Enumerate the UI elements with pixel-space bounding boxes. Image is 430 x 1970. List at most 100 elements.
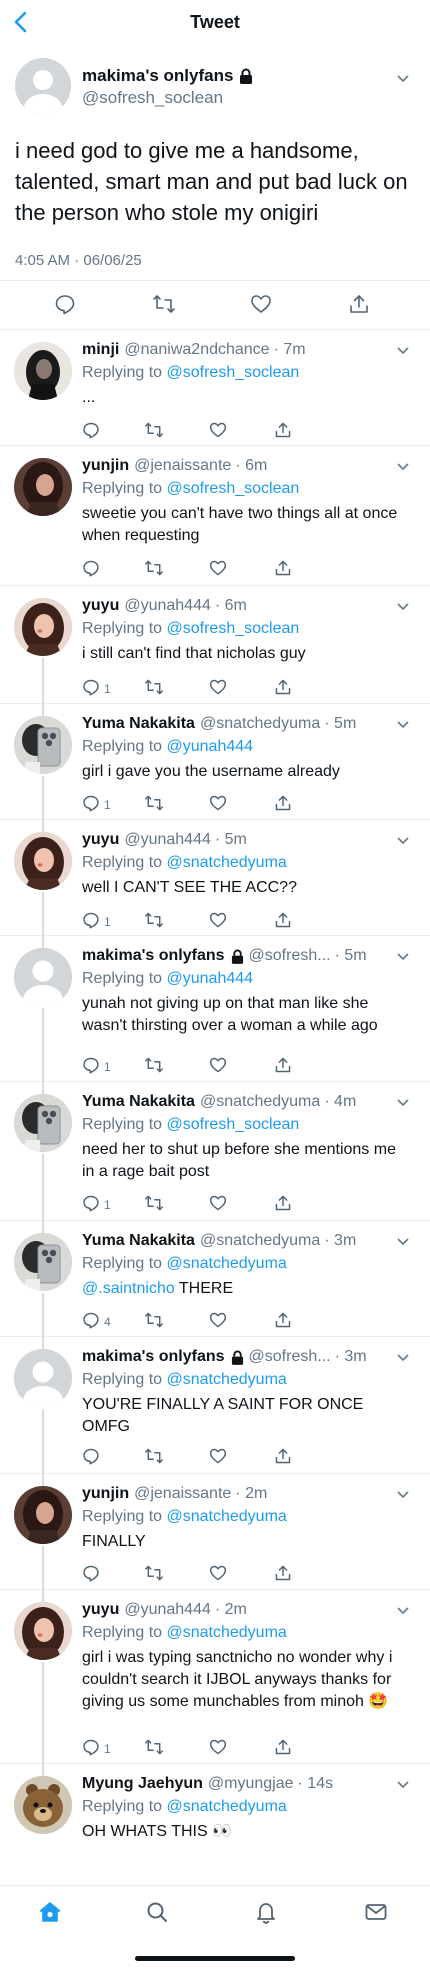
avatar[interactable] — [14, 1094, 72, 1152]
mention-link[interactable]: @.saintnicho — [82, 1280, 175, 1297]
replying-to-mention[interactable]: @sofresh_soclean — [167, 1116, 300, 1133]
avatar[interactable] — [14, 1349, 72, 1407]
share-button[interactable] — [274, 421, 292, 442]
avatar[interactable] — [15, 58, 71, 114]
retweet-button[interactable] — [144, 1447, 164, 1468]
retweet-icon[interactable] — [152, 293, 176, 315]
share-button[interactable] — [274, 1738, 292, 1759]
retweet-button[interactable] — [144, 1056, 164, 1077]
display-name[interactable]: Myung Jaehyun — [82, 1775, 203, 1793]
chevron-down-icon[interactable] — [396, 346, 410, 356]
like-button[interactable] — [209, 1311, 227, 1332]
replying-to-mention[interactable]: @snatchedyuma — [167, 1371, 287, 1388]
chevron-down-icon[interactable] — [396, 1780, 410, 1790]
like-button[interactable] — [209, 421, 227, 442]
share-button[interactable] — [274, 1564, 292, 1585]
reply-tweet[interactable]: minji @naniwa2ndchance · 7m Replying to … — [0, 330, 430, 446]
reply-button[interactable] — [82, 1564, 104, 1585]
like-button[interactable] — [209, 1447, 227, 1468]
avatar[interactable] — [14, 832, 72, 890]
chevron-down-icon[interactable] — [396, 462, 410, 472]
like-button[interactable] — [209, 559, 227, 580]
share-button[interactable] — [274, 559, 292, 580]
replying-to-mention[interactable]: @snatchedyuma — [167, 1508, 287, 1525]
author-name[interactable]: makima's onlyfans — [82, 66, 253, 86]
display-name[interactable]: minji — [82, 341, 119, 359]
notifications-icon[interactable] — [254, 1900, 278, 1924]
avatar[interactable] — [14, 716, 72, 774]
replying-to-mention[interactable]: @snatchedyuma — [167, 854, 287, 871]
replying-to-mention[interactable]: @sofresh_soclean — [167, 364, 300, 381]
reply-button[interactable]: 1 — [82, 794, 111, 815]
display-name[interactable]: Yuma Nakakita — [82, 1232, 195, 1250]
display-name[interactable]: yunjin — [82, 1485, 129, 1503]
avatar[interactable] — [14, 1233, 72, 1291]
reply-button[interactable] — [82, 1447, 104, 1468]
retweet-button[interactable] — [144, 559, 164, 580]
reply-icon[interactable] — [54, 293, 76, 315]
handle[interactable]: @yunah444 — [124, 831, 211, 849]
display-name[interactable]: Yuma Nakakita — [82, 715, 195, 733]
retweet-button[interactable] — [144, 1194, 164, 1215]
avatar[interactable] — [14, 1602, 72, 1660]
chevron-down-icon[interactable] — [396, 602, 410, 612]
share-button[interactable] — [274, 678, 292, 699]
like-button[interactable] — [209, 911, 227, 932]
display-name[interactable]: makima's onlyfans — [82, 947, 225, 965]
chevron-down-icon[interactable] — [396, 1098, 410, 1108]
replying-to-mention[interactable]: @sofresh_soclean — [167, 480, 300, 497]
avatar[interactable] — [14, 948, 72, 1006]
reply-tweet[interactable]: yuyu @yunah444 · 5m Replying to @snatche… — [0, 820, 430, 948]
retweet-button[interactable] — [144, 421, 164, 442]
handle[interactable]: @snatchedyuma — [200, 715, 320, 733]
chevron-down-icon[interactable] — [396, 836, 410, 846]
search-icon[interactable] — [145, 1900, 169, 1924]
display-name[interactable]: Yuma Nakakita — [82, 1093, 195, 1111]
display-name[interactable]: yuyu — [82, 1601, 119, 1619]
share-button[interactable] — [274, 1311, 292, 1332]
handle[interactable]: @jenaissante — [134, 1485, 231, 1503]
reply-tweet[interactable]: yuyu @yunah444 · 6m Replying to @sofresh… — [0, 586, 430, 716]
author-handle[interactable]: @sofresh_soclean — [82, 88, 223, 108]
reply-button[interactable]: 1 — [82, 1056, 111, 1077]
reply-tweet[interactable]: Myung Jaehyun @myungjae · 14s Replying t… — [0, 1764, 430, 1885]
avatar[interactable] — [14, 458, 72, 516]
messages-icon[interactable] — [364, 1900, 388, 1924]
display-name[interactable]: yunjin — [82, 457, 129, 475]
like-button[interactable] — [209, 1194, 227, 1215]
handle[interactable]: @yunah444 — [124, 597, 211, 615]
reply-tweet[interactable]: yunjin @jenaissante · 6m Replying to @so… — [0, 446, 430, 586]
reply-tweet[interactable]: yuyu @yunah444 · 2m Replying to @snatche… — [0, 1590, 430, 1776]
reply-button[interactable]: 1 — [82, 911, 111, 932]
handle[interactable]: @naniwa2ndchance — [124, 341, 269, 359]
retweet-button[interactable] — [144, 1738, 164, 1759]
chevron-down-icon[interactable] — [396, 74, 410, 84]
reply-button[interactable] — [82, 421, 104, 442]
reply-tweet[interactable]: yunjin @jenaissante · 2m Replying to @sn… — [0, 1474, 430, 1602]
share-button[interactable] — [274, 911, 292, 932]
avatar[interactable] — [14, 1486, 72, 1544]
share-button[interactable] — [274, 794, 292, 815]
reply-button[interactable]: 1 — [82, 678, 111, 699]
handle[interactable]: @jenaissante — [134, 457, 231, 475]
replying-to-mention[interactable]: @yunah444 — [167, 970, 254, 987]
reply-button[interactable]: 1 — [82, 1194, 111, 1215]
handle[interactable]: @sofresh... — [249, 947, 331, 965]
share-button[interactable] — [274, 1056, 292, 1077]
chevron-down-icon[interactable] — [396, 952, 410, 962]
share-button[interactable] — [274, 1447, 292, 1468]
like-button[interactable] — [209, 794, 227, 815]
share-button[interactable] — [274, 1194, 292, 1215]
home-icon[interactable] — [38, 1900, 62, 1924]
like-button[interactable] — [209, 1564, 227, 1585]
display-name[interactable]: yuyu — [82, 597, 119, 615]
chevron-down-icon[interactable] — [396, 1353, 410, 1363]
retweet-button[interactable] — [144, 1564, 164, 1585]
avatar[interactable] — [14, 342, 72, 400]
handle[interactable]: @yunah444 — [124, 1601, 211, 1619]
replying-to-mention[interactable]: @snatchedyuma — [167, 1798, 287, 1815]
like-button[interactable] — [209, 1056, 227, 1077]
retweet-button[interactable] — [144, 911, 164, 932]
replying-to-mention[interactable]: @yunah444 — [167, 738, 254, 755]
like-button[interactable] — [209, 1738, 227, 1759]
